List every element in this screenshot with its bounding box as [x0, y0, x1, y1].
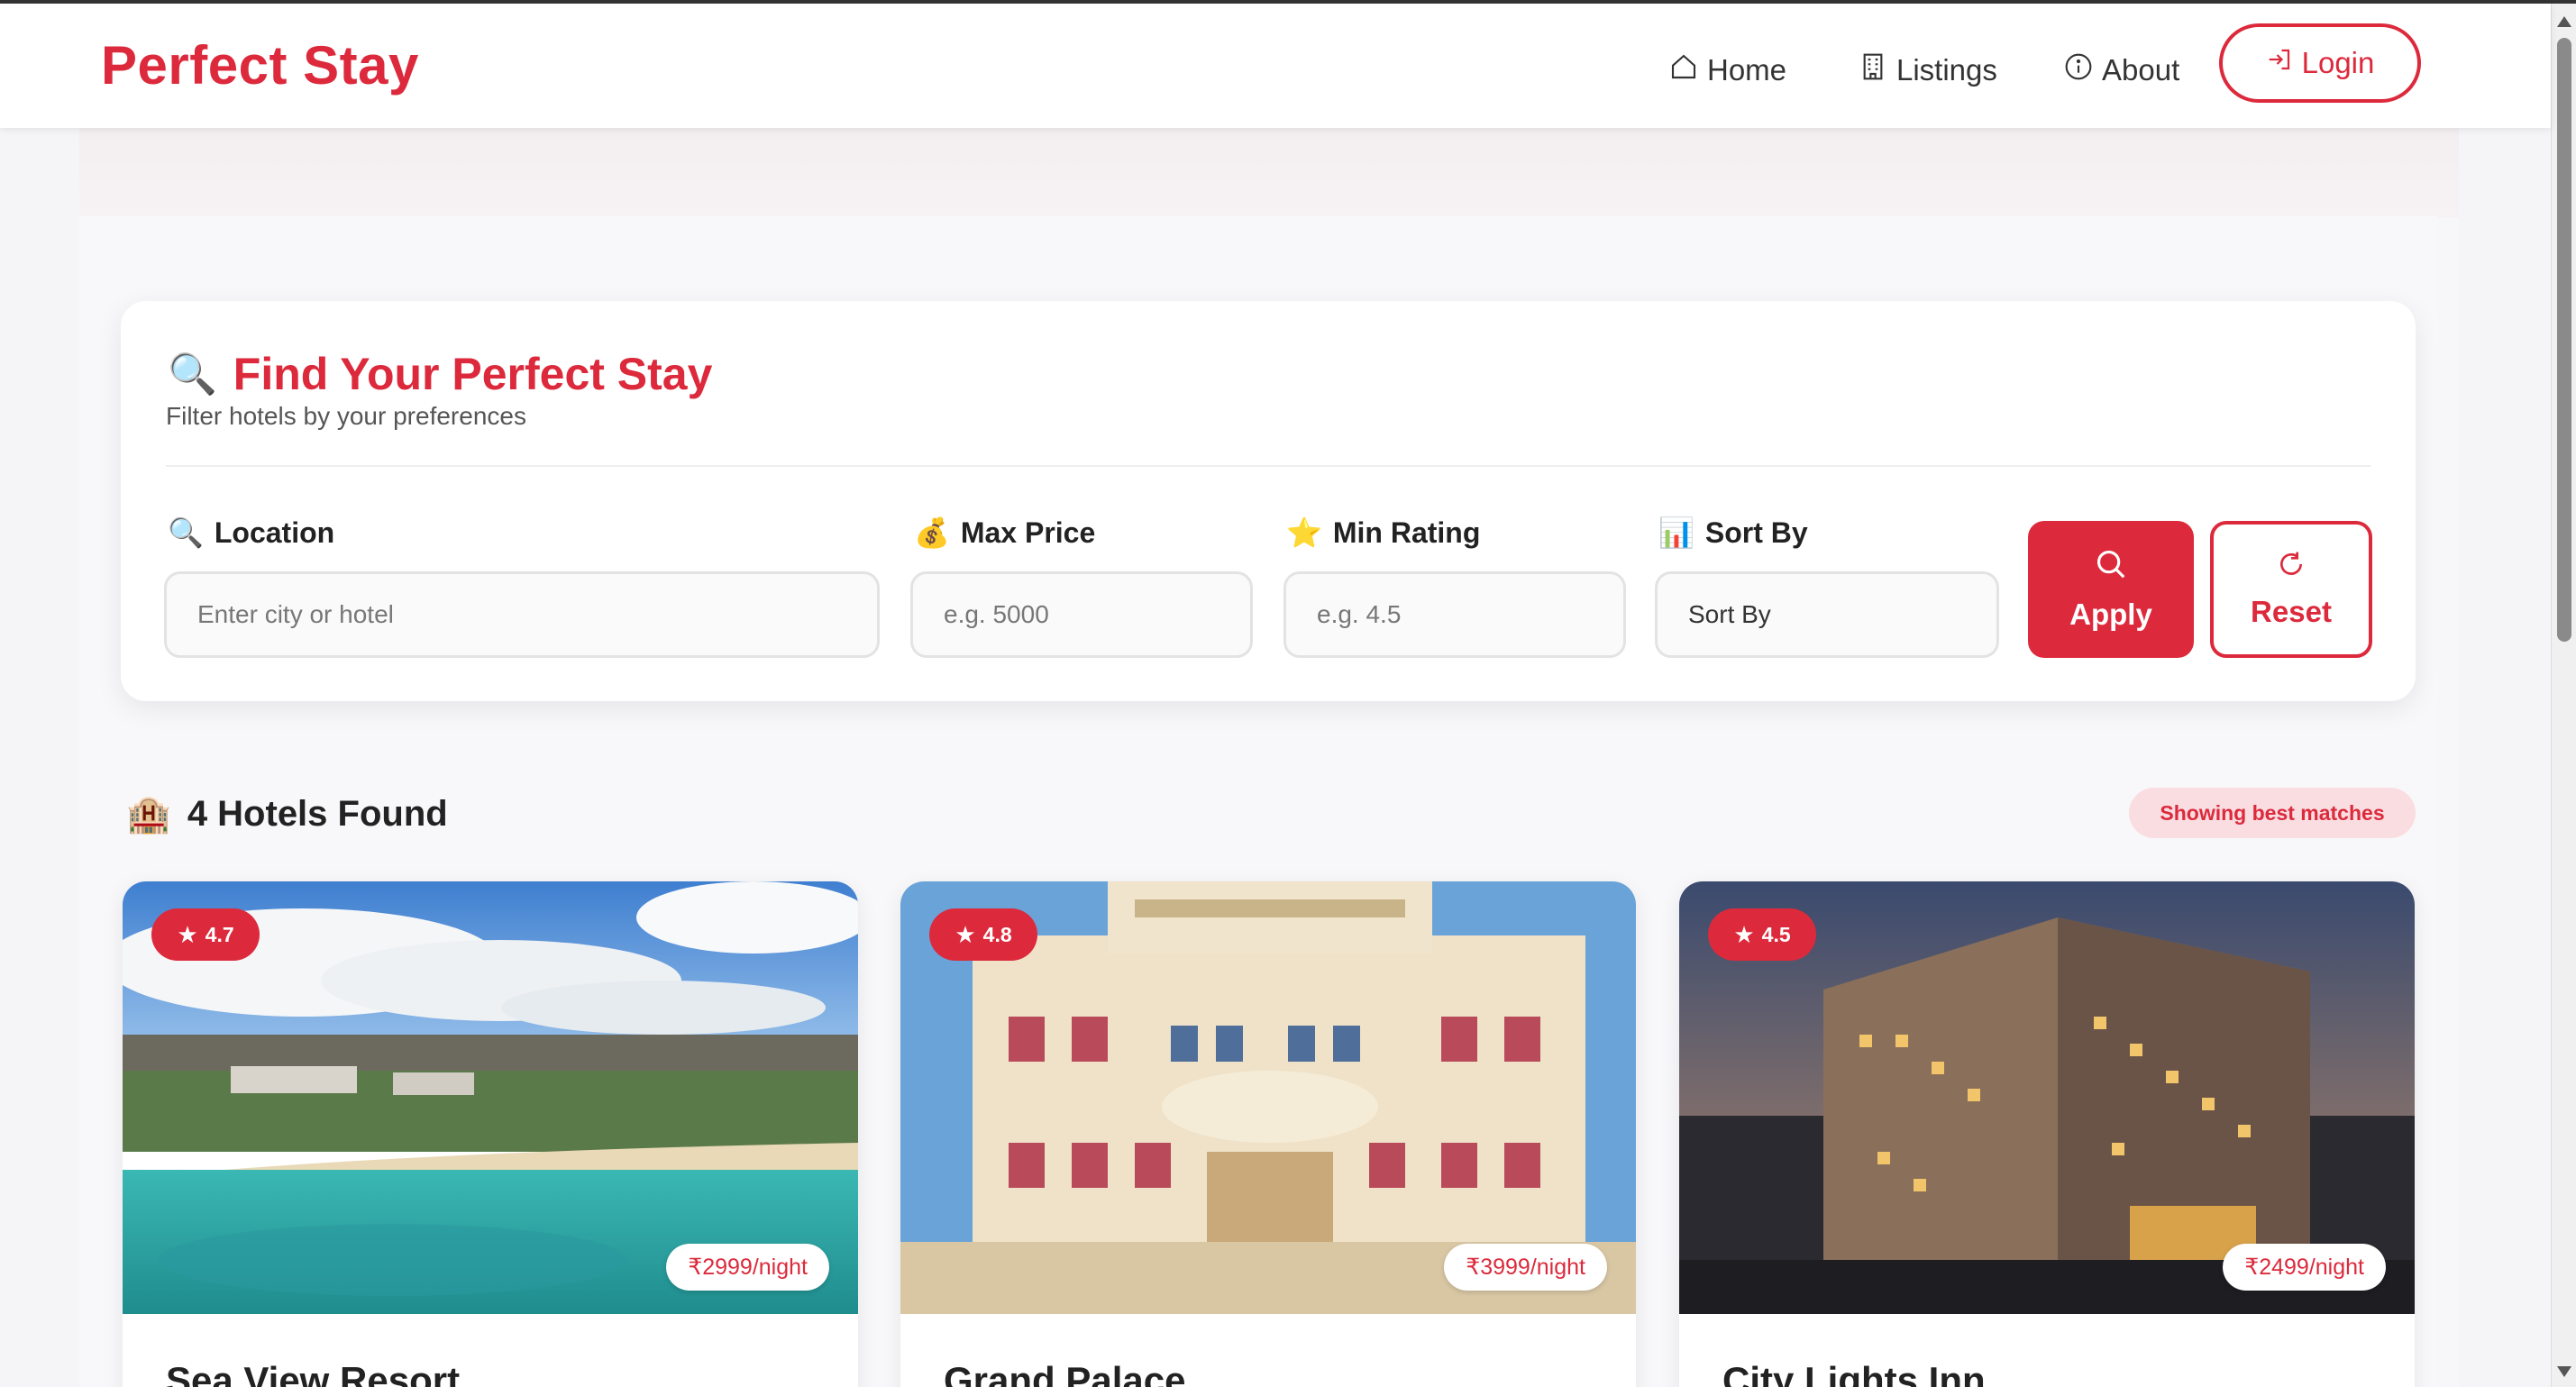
hotel-card[interactable]: ★ 4.8 ₹3999/night Grand Palace — [900, 881, 1636, 1387]
apply-button[interactable]: Apply — [2028, 521, 2194, 658]
rating-value: 4.7 — [205, 922, 234, 946]
max-price-label-text: Max Price — [960, 516, 1096, 549]
max-price-input[interactable] — [910, 571, 1253, 658]
min-rating-label: ⭐ Min Rating — [1286, 516, 1480, 550]
filter-card: 🔍 Find Your Perfect Stay Filter hotels b… — [121, 301, 2416, 701]
sort-by-value: Sort By — [1688, 600, 1771, 628]
location-label: 🔍 Location — [168, 516, 334, 550]
login-label: Login — [2301, 46, 2375, 79]
scroll-thumb[interactable] — [2557, 38, 2571, 642]
hero-band — [79, 128, 2459, 218]
login-icon — [2266, 46, 2293, 80]
hotel-name[interactable]: Grand Palace — [944, 1359, 1185, 1387]
money-bag-icon: 💰 — [914, 516, 950, 549]
apply-label: Apply — [2069, 598, 2152, 631]
filter-title: 🔍 Find Your Perfect Stay — [168, 348, 712, 400]
reset-button[interactable]: Reset — [2210, 521, 2372, 658]
scroll-down-arrow[interactable] — [2557, 1366, 2571, 1377]
rating-value: 4.5 — [1761, 922, 1791, 946]
divider — [166, 465, 2370, 467]
info-icon — [2064, 52, 2093, 88]
hotel-name[interactable]: Sea View Resort — [166, 1359, 460, 1387]
reset-label: Reset — [2251, 595, 2332, 628]
location-input[interactable] — [164, 571, 880, 658]
bar-chart-icon: 📊 — [1658, 516, 1694, 549]
star-icon: ★ — [177, 920, 198, 948]
price-badge: ₹2999/night — [666, 1244, 829, 1291]
best-matches-badge: Showing best matches — [2129, 788, 2416, 838]
nav-about-label: About — [2102, 53, 2180, 87]
results-count: 4 Hotels Found — [187, 794, 448, 834]
vertical-scrollbar[interactable] — [2551, 4, 2576, 1387]
login-button[interactable]: Login — [2219, 23, 2421, 103]
magnifier-icon: 🔍 — [168, 352, 217, 397]
nav-about[interactable]: About — [2064, 49, 2179, 92]
price-badge: ₹3999/night — [1444, 1244, 1607, 1291]
sort-by-label: 📊 Sort By — [1658, 516, 1808, 550]
top-navbar: Perfect Stay Home Listings About Login — [0, 4, 2551, 128]
hotel-card[interactable]: ★ 4.7 ₹2999/night Sea View Resort — [123, 881, 858, 1387]
search-icon: 🔍 — [168, 516, 204, 549]
min-rating-label-text: Min Rating — [1332, 516, 1481, 549]
sort-by-label-text: Sort By — [1704, 516, 1808, 549]
filter-title-text: Find Your Perfect Stay — [233, 349, 713, 399]
min-rating-input[interactable] — [1283, 571, 1626, 658]
rating-badge: ★ 4.8 — [929, 908, 1037, 961]
home-icon — [1669, 52, 1698, 88]
rating-value: 4.8 — [982, 922, 1012, 946]
max-price-label: 💰 Max Price — [914, 516, 1095, 550]
nav-home[interactable]: Home — [1669, 49, 1786, 92]
brand-logo[interactable]: Perfect Stay — [101, 34, 419, 96]
star-icon: ★ — [1733, 920, 1755, 948]
filter-subtitle: Filter hotels by your preferences — [166, 402, 526, 430]
hotel-name[interactable]: City Lights Inn — [1722, 1359, 1986, 1387]
location-label-text: Location — [214, 516, 335, 549]
hotel-card[interactable]: ★ 4.5 ₹2499/night City Lights Inn — [1679, 881, 2415, 1387]
nav-home-label: Home — [1707, 53, 1787, 87]
sort-by-select[interactable]: Sort By — [1655, 571, 1999, 658]
refresh-icon — [2277, 550, 2306, 586]
star-icon: ★ — [955, 920, 976, 948]
results-heading: 🏨 4 Hotels Found — [126, 793, 448, 835]
star-icon: ⭐ — [1286, 516, 1322, 549]
search-icon — [2094, 547, 2128, 589]
nav-listings-label: Listings — [1896, 53, 1997, 87]
rating-badge: ★ 4.5 — [1708, 908, 1816, 961]
hotel-icon: 🏨 — [126, 795, 171, 835]
building-icon — [1859, 52, 1887, 88]
rating-badge: ★ 4.7 — [151, 908, 260, 961]
nav-listings[interactable]: Listings — [1859, 49, 1997, 92]
price-badge: ₹2499/night — [2223, 1244, 2386, 1291]
scroll-up-arrow[interactable] — [2557, 16, 2571, 27]
